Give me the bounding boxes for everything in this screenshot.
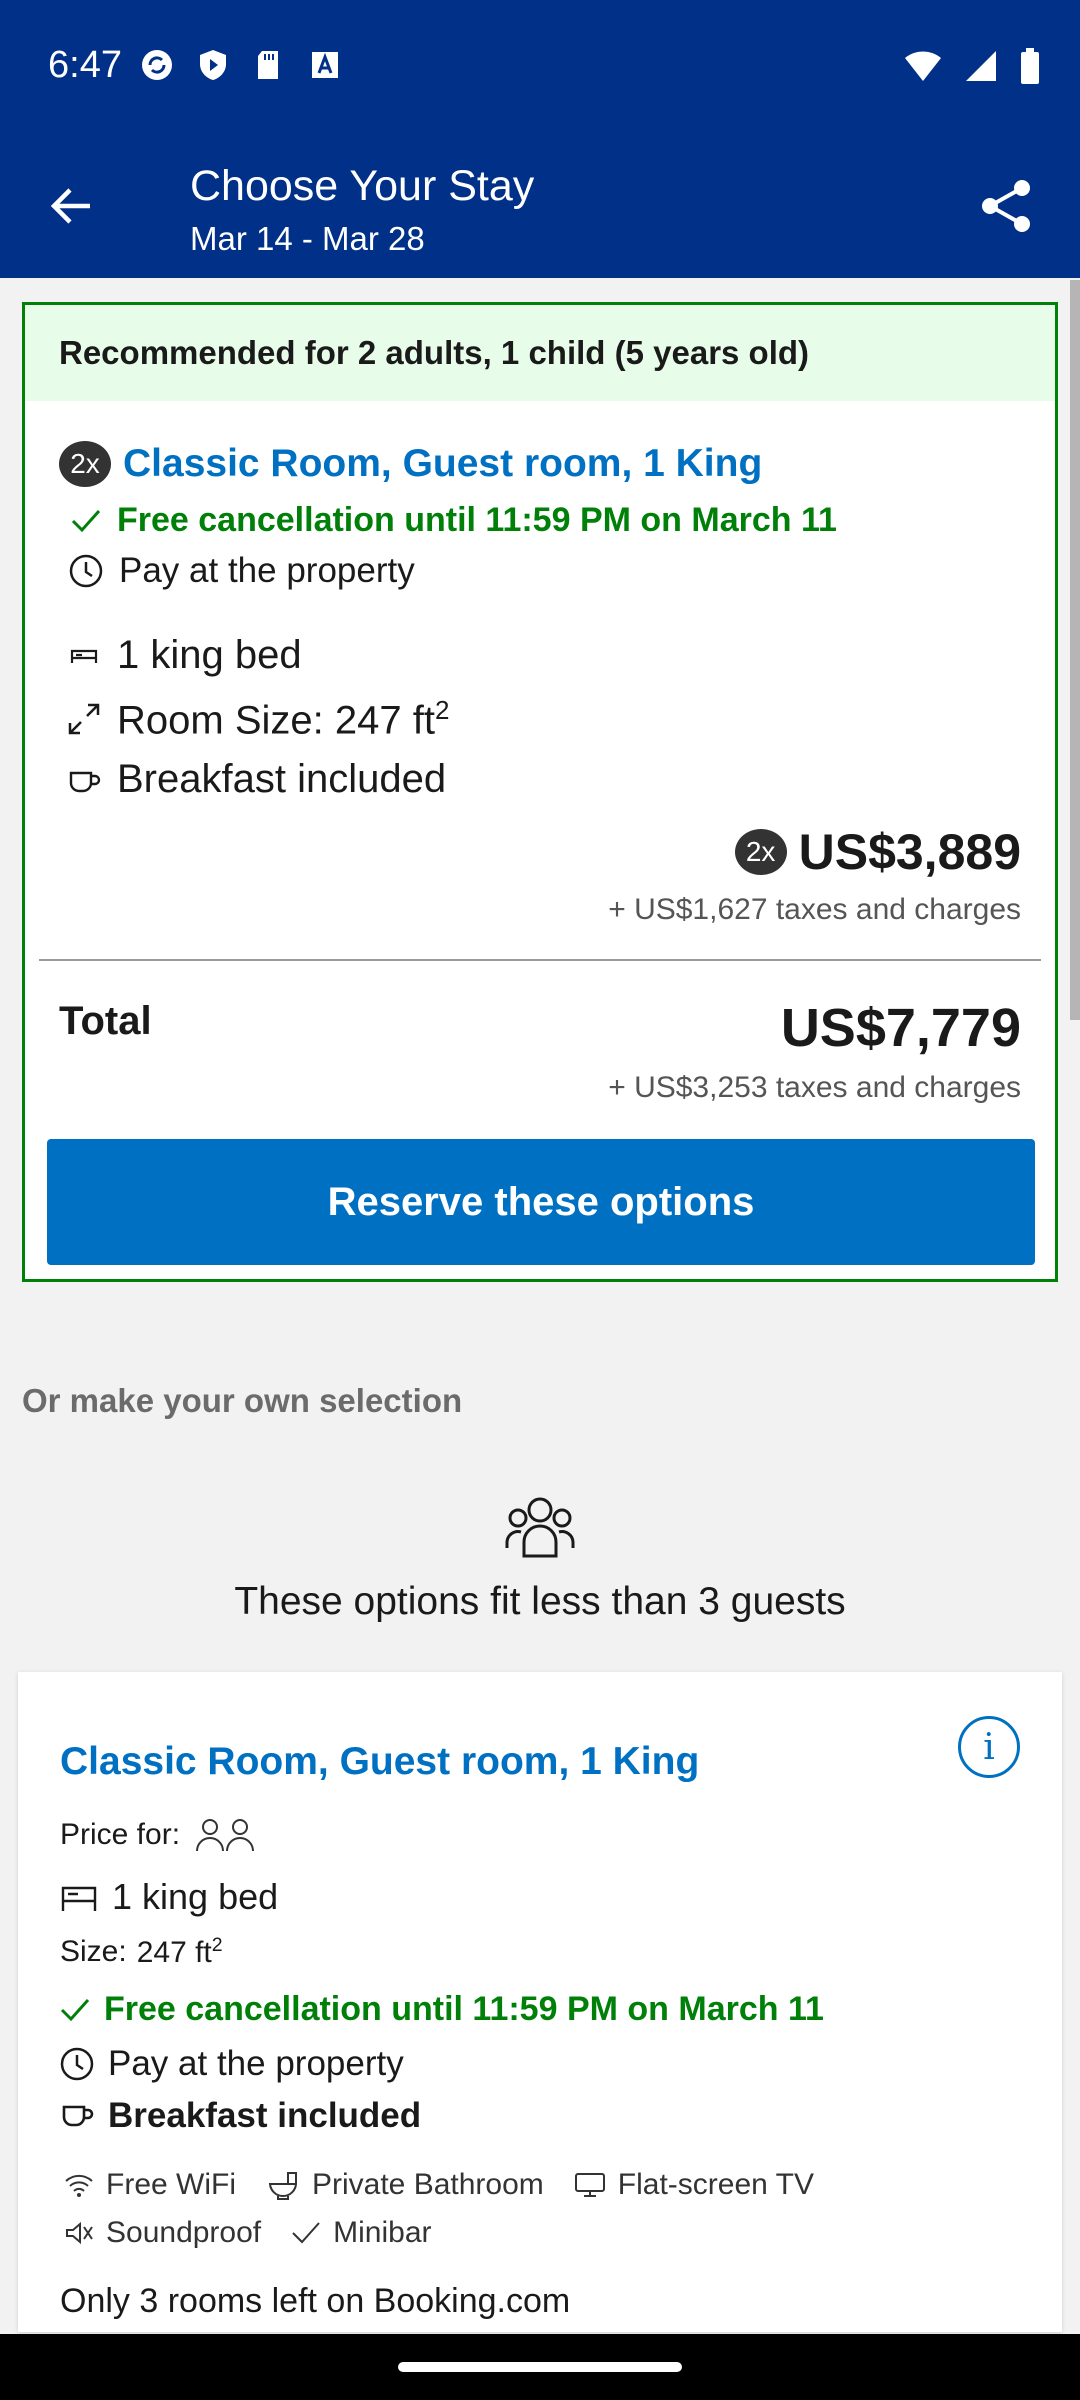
status-time: 6:47 [48,44,122,86]
bed-icon [61,1886,97,1911]
shield-play-icon [200,50,226,80]
total-label: Total [59,999,152,1043]
room-card-bed-row: 1 king bed [60,1876,278,1918]
scrollbar-thumb[interactable] [1070,280,1080,1020]
system-status-icons [904,48,1040,84]
toilet-icon [268,2172,298,2200]
room-card-bed: 1 king bed [112,1876,279,1917]
app-bar: Choose Your Stay Mar 14 - Mar 28 [0,130,1080,278]
check-icon [71,509,101,532]
recommended-room-row: 2x Classic Room, Guest room, 1 King [59,441,762,487]
room-card-size-row: Size: 247 ft2 [60,1934,223,1970]
room-card-title[interactable]: Classic Room, Guest room, 1 King [60,1740,699,1784]
group-icon [505,1497,575,1558]
room-card: Classic Room, Guest room, 1 King i Price… [18,1672,1062,2332]
divider [39,959,1041,961]
page-title: Choose Your Stay [190,162,535,210]
back-button[interactable] [40,174,104,238]
room-card-free-cancellation: Free cancellation until 11:59 PM on Marc… [104,1990,824,2028]
availability-text: Only 3 rooms left on Booking.com [60,2282,571,2320]
two-persons-icon [196,1819,255,1852]
sync-app-icon [142,50,172,80]
room-card-cancellation-row: Free cancellation until 11:59 PM on Marc… [60,1990,824,2029]
room-card-payment: Pay at the property [108,2044,404,2083]
price-for-label: Price for: [60,1818,181,1851]
status-bar: 6:47 [0,0,1080,130]
fit-notice: These options fit less than 3 guests [234,1580,846,1623]
size-label: Size: [60,1935,127,1968]
room-size-row: Room Size: 247 ft2 [67,695,449,743]
room-taxes: + US$1,627 taxes and charges [608,893,1021,926]
clock-icon [60,2047,94,2081]
amenity-wifi: Free WiFi [64,2168,236,2202]
text-a-icon [312,52,338,78]
amenity-bathroom: Private Bathroom [266,2168,544,2202]
arrow-back-icon [50,188,90,224]
price-quantity-badge: 2x [734,829,787,875]
size-value: 247 ft2 [136,1934,223,1969]
recommended-header: Recommended for 2 adults, 1 child (5 yea… [25,305,1055,401]
recommended-room-title[interactable]: Classic Room, Guest room, 1 King [123,442,762,486]
bed-row: 1 king bed [67,633,302,678]
check-icon [60,1998,90,2021]
stay-dates: Mar 14 - Mar 28 [190,220,425,257]
total-price: US$7,779 [780,998,1021,1058]
room-price: US$3,889 [798,824,1021,880]
clock-icon [69,554,103,588]
info-button[interactable]: i [958,1716,1020,1778]
amenities-row-2: Soundproof Minibar [64,2216,432,2250]
amenities-row-1: Free WiFi Private Bathroom Flat-screen T… [64,2168,814,2202]
info-icon: i [983,1726,995,1768]
amenity-soundproof: Soundproof [64,2216,261,2250]
share-icon [982,180,1030,232]
wifi-icon [905,51,941,81]
soundproof-icon [66,2221,93,2245]
room-card-payment-row: Pay at the property [60,2044,404,2084]
free-cancellation-row: Free cancellation until 11:59 PM on Marc… [71,501,837,540]
wifi-icon [65,2174,93,2197]
coffee-cup-icon [62,2105,94,2127]
home-gesture-handle[interactable] [398,2362,682,2372]
sd-card-icon [258,51,278,79]
bed-text: 1 king bed [117,633,302,677]
amenity-minibar: Minibar [291,2216,432,2250]
payment-text: Pay at the property [119,551,415,590]
bed-icon [70,649,98,663]
room-card-breakfast-row: Breakfast included [60,2096,421,2136]
price-for-row: Price for: [60,1818,260,1852]
system-navigation-bar [0,2334,1080,2400]
free-cancellation-text: Free cancellation until 11:59 PM on Marc… [117,501,837,539]
breakfast-text: Breakfast included [117,757,447,801]
share-button[interactable] [972,172,1040,240]
expand-icon [68,703,100,735]
reserve-button[interactable]: Reserve these options [47,1139,1035,1265]
amenity-tv: Flat-screen TV [574,2168,814,2202]
checkmark-icon [292,2222,320,2244]
payment-row: Pay at the property [69,551,415,591]
notification-icons [140,48,342,82]
breakfast-row: Breakfast included [67,757,446,802]
tv-icon [574,2173,605,2197]
recommended-card: Recommended for 2 adults, 1 child (5 yea… [22,302,1058,1282]
room-price-row: 2x US$3,889 [734,823,1021,881]
room-size-text: Room Size: 247 ft2 [117,695,450,743]
total-taxes: + US$3,253 taxes and charges [608,1071,1021,1104]
battery-icon [1021,48,1039,84]
own-selection-heading: Or make your own selection [22,1382,463,1419]
coffee-cup-icon [69,771,101,792]
room-card-breakfast: Breakfast included [108,2096,422,2135]
signal-icon [966,51,996,81]
quantity-badge: 2x [59,441,111,487]
